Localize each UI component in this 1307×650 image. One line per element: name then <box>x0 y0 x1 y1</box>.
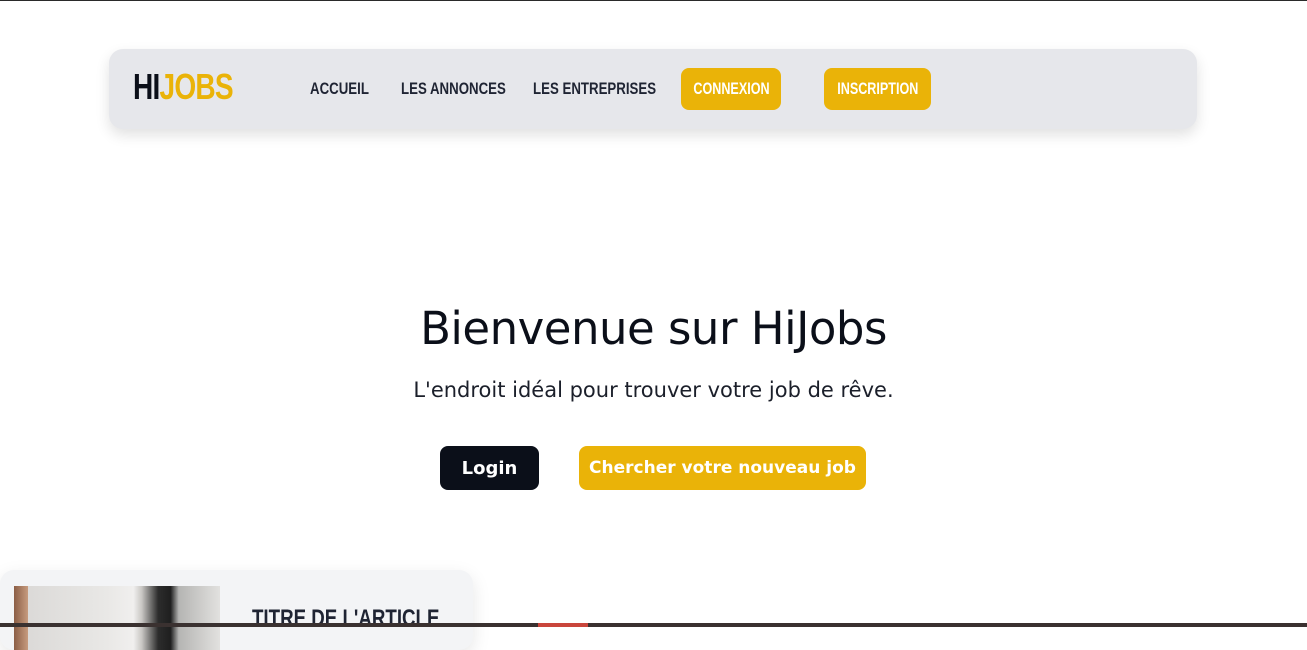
nav-link-les-annonces[interactable]: LES ANNONCES <box>401 79 506 99</box>
inscription-button[interactable]: INSCRIPTION <box>824 68 931 110</box>
search-job-button[interactable]: Chercher votre nouveau job <box>579 446 866 490</box>
article-image-shade <box>14 586 28 650</box>
article-card[interactable]: TITRE DE L'ARTICLE <box>0 570 473 650</box>
navbar: HIJOBS ACCUEIL LES ANNONCES LES ENTREPRI… <box>109 49 1197 129</box>
hero-subtitle: L'endroit idéal pour trouver votre job d… <box>413 378 894 402</box>
login-button[interactable]: Login <box>440 446 539 490</box>
bottom-edge-accent <box>538 623 588 627</box>
logo-hi-text: HI <box>133 66 160 107</box>
hero-title: Bienvenue sur HiJobs <box>420 302 887 355</box>
connexion-button[interactable]: CONNEXION <box>681 68 781 110</box>
nav-link-accueil[interactable]: ACCUEIL <box>310 79 369 99</box>
article-image <box>14 586 220 650</box>
nav-link-les-entreprises[interactable]: LES ENTREPRISES <box>533 79 656 99</box>
logo-jobs-text: JOBS <box>159 66 234 107</box>
connexion-button-label: CONNEXION <box>692 79 770 98</box>
bottom-edge <box>0 623 1307 627</box>
article-title[interactable]: TITRE DE L'ARTICLE <box>252 605 439 633</box>
inscription-button-label: INSCRIPTION <box>836 79 919 98</box>
hijobs-logo[interactable]: HIJOBS <box>133 66 234 107</box>
